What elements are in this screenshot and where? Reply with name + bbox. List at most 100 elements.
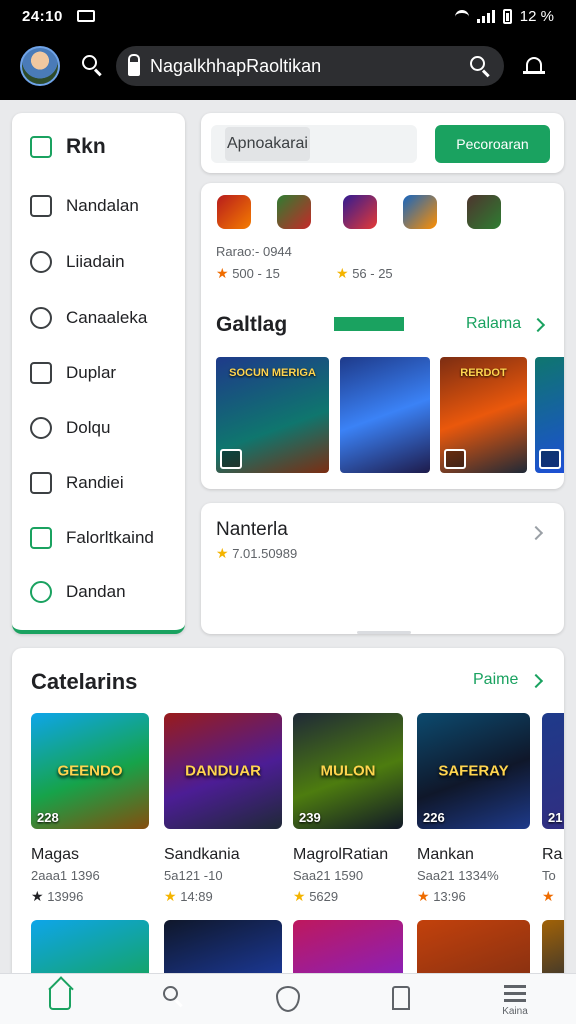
search-icon [163,986,178,1001]
bookmark-icon [392,986,410,1010]
tile-count: 228 [37,810,59,825]
tile-art-text: SAFERAY [438,762,509,780]
tile-count: 226 [423,810,445,825]
category-name[interactable]: Magas [31,846,79,864]
featured-rating-value: 7.01.50989 [232,546,298,561]
sidebar-item-5[interactable]: Dolqu [30,417,110,439]
nav-shield[interactable] [268,982,308,1018]
nav-bookmark[interactable] [381,982,421,1018]
category-tile-2[interactable]: DANDUAR [164,713,282,829]
tile-count: 21 [548,810,563,825]
category-tile-3[interactable]: MULON 239 [293,713,403,829]
sidebar-brand[interactable]: Rkn [30,135,106,159]
category-sub: To [542,868,556,883]
category-tile-5[interactable]: 21 [542,713,564,829]
swap-icon [30,581,52,603]
chat-icon [30,307,52,329]
gear-icon [30,417,52,439]
battery-icon [502,8,512,24]
category-name[interactable]: MagrolRatian [293,846,388,864]
nav-search[interactable] [153,982,193,1018]
sidebar-item-2[interactable]: Liiadain [30,251,125,273]
sidebar-brand-label: Rkn [66,135,106,158]
chevron-right-icon[interactable] [530,317,546,333]
app-icon[interactable] [277,195,311,229]
tile-art-text: GEENDO [57,762,123,780]
star-icon: ★ [31,888,44,904]
chevron-right-icon[interactable] [528,525,544,541]
featured-card[interactable]: Nanterla ★ 7.01.50989 [201,503,564,634]
sim-icon [76,10,95,22]
avatar[interactable] [20,46,60,86]
notification-icon[interactable] [522,54,546,78]
gallery-card: Rarao:- 0944 ★ 500 - 15 ★ 56 - 25 Galtla… [201,183,564,489]
gallery-rating-1: ★ 500 - 15 [216,265,280,282]
star-icon: ★ [542,888,555,904]
shield-icon [276,986,300,1012]
tile-art-text: MULON [320,762,376,780]
sidebar-item-7[interactable]: Falorltkaind [30,527,154,549]
app-icon[interactable] [217,195,251,229]
gallery-rating-2-value: 56 - 25 [352,266,393,281]
category-sub: Saa21 1334% [417,868,499,883]
sidebar-item-1[interactable]: Nandalan [30,195,139,217]
sidebar-item-3[interactable]: Canaaleka [30,307,147,329]
category-tile-1[interactable]: GEENDO 228 [31,713,149,829]
gallery-accent-bar [334,317,404,331]
sidebar-item-4[interactable]: Duplar [30,362,116,384]
gallery-see-more[interactable]: Ralama [466,315,521,333]
sidebar-item-label: Liiadain [66,252,125,271]
gallery-poster-4[interactable] [535,357,564,473]
star-icon: ★ [164,888,177,904]
featured-title: Nanterla [216,519,288,540]
app-icon[interactable] [467,195,501,229]
browser-toolbar: NagalkhhapRaoltikan [0,32,576,100]
apps-search-card: Apnoakarai Pecoroaran [201,113,564,173]
category-sub: 2aaa1 1396 [31,868,100,883]
poster-title: RERDOT [460,367,507,379]
category-tile-4[interactable]: SAFERAY 226 [417,713,530,829]
gallery-poster-1[interactable]: SOCUN MERIGA [216,357,329,473]
sidebar-item-label: Dolqu [66,418,111,437]
form-icon [30,527,52,549]
sidebar-item-label: Falorltkaind [66,528,154,547]
apps-search-input[interactable]: Apnoakarai [211,125,417,163]
category-name[interactable]: Ra [542,846,562,864]
gallery-title: Galtlag [216,313,288,336]
tile-count: 239 [299,810,321,825]
app-icon[interactable] [403,195,437,229]
wifi-icon [454,10,469,22]
category-rating-value: 14:89 [180,889,213,904]
star-icon: ★ [417,888,430,904]
lock-icon [128,53,140,76]
address-text[interactable]: NagalkhhapRaoltikan [150,56,468,77]
star-icon: ★ [293,888,306,904]
gallery-poster-2[interactable] [340,357,430,473]
category-sub: 5a121 -10 [164,868,223,883]
scroll-indicator [357,631,411,634]
poster-title: SOCUN MERIGA [229,367,316,379]
category-name[interactable]: Mankan [417,846,474,864]
app-icon[interactable] [343,195,377,229]
gallery-rating-1-value: 500 - 15 [232,266,280,281]
category-rating-value: 13996 [47,889,84,904]
gallery-poster-3[interactable]: RERDOT [440,357,527,473]
category-rating-value: 13:96 [433,889,466,904]
address-search-icon[interactable] [468,54,492,78]
sidebar-item-8[interactable]: Dandan [30,581,126,603]
nav-menu[interactable]: Kaina [495,982,535,1018]
signal-icon [476,9,495,23]
nav-home[interactable] [40,982,80,1018]
chevron-right-icon[interactable] [528,673,544,689]
search-icon[interactable] [80,53,106,79]
sidebar-item-6[interactable]: Randiei [30,472,124,494]
category-name[interactable]: Sandkania [164,846,240,864]
battery-percent: 12 % [519,7,554,25]
category-rating: ★ 13996 [31,888,83,905]
apps-search-button[interactable]: Pecoroaran [435,125,550,163]
category-rating: ★ [542,888,555,905]
star-icon: ★ [336,265,349,281]
gallery-rating-2: ★ 56 - 25 [336,265,393,282]
address-bar[interactable]: NagalkhhapRaoltikan [116,46,504,86]
categories-see-more[interactable]: Paime [473,671,518,689]
